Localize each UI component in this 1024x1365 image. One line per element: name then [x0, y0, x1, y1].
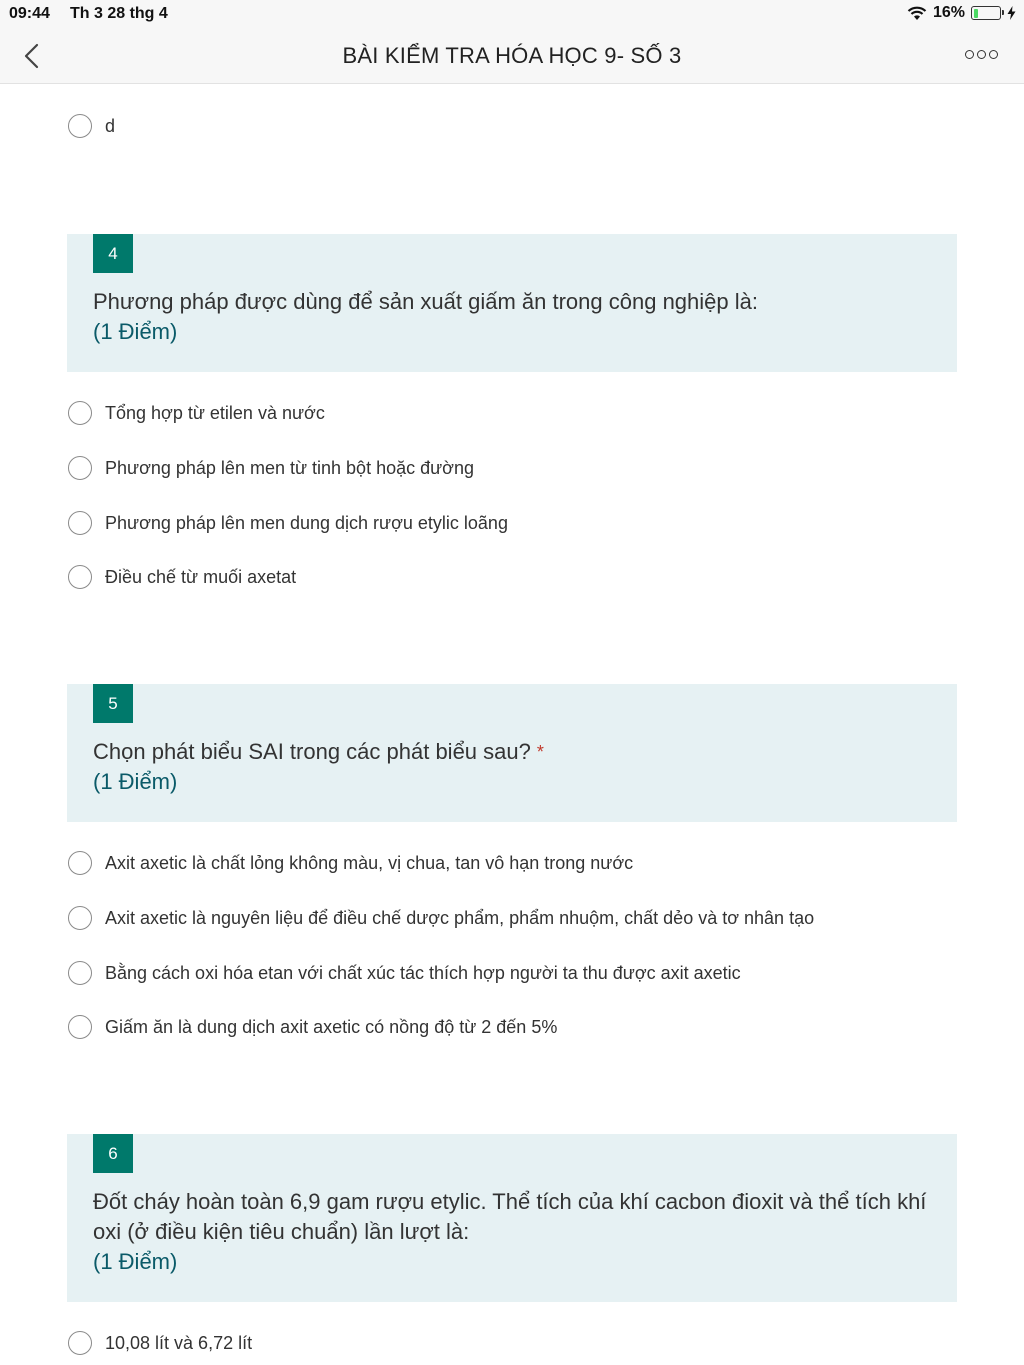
page-title: BÀI KIỂM TRA HÓA HỌC 9- SỐ 3: [342, 43, 682, 68]
radio-button[interactable]: [68, 1015, 92, 1039]
nav-bar: BÀI KIỂM TRA HÓA HỌC 9- SỐ 3: [0, 28, 1024, 84]
bolt-icon: [1007, 6, 1016, 20]
question-card-5: 5 Chọn phát biểu SAI trong các phát biểu…: [67, 684, 957, 822]
status-date: Th 3 28 thg 4: [70, 5, 168, 22]
radio-button[interactable]: [68, 1331, 92, 1355]
question-text: Phương pháp được dùng để sản xuất giấm ă…: [93, 287, 927, 347]
wifi-icon: [907, 6, 927, 20]
more-icon: [965, 50, 974, 59]
question-number: 4: [93, 234, 133, 273]
option-q5-3[interactable]: Bằng cách oxi hóa etan với chất xúc tác …: [68, 958, 741, 988]
option-label: Phương pháp lên men từ tinh bột hoặc đườ…: [105, 457, 474, 478]
option-label: Phương pháp lên men dung dịch rượu etyli…: [105, 512, 508, 533]
battery-icon: [971, 6, 1004, 20]
required-marker: *: [536, 742, 544, 762]
radio-button[interactable]: [68, 456, 92, 480]
battery-percent: 16%: [932, 4, 965, 21]
question-text: Chọn phát biểu SAI trong các phát biểu s…: [93, 737, 927, 797]
question-prompt: Chọn phát biểu SAI trong các phát biểu s…: [93, 739, 531, 764]
option-label: Axit axetic là nguyên liệu để điều chế d…: [105, 907, 815, 928]
question-points: (1 Điểm): [93, 1249, 178, 1274]
question-points: (1 Điểm): [93, 319, 178, 344]
option-q4-4[interactable]: Điều chế từ muối axetat: [68, 562, 296, 592]
radio-button[interactable]: [68, 961, 92, 985]
option-label: Giấm ăn là dung dịch axit axetic có nồng…: [105, 1016, 558, 1037]
option-q4-2[interactable]: Phương pháp lên men từ tinh bột hoặc đườ…: [68, 453, 474, 483]
option-q4-3[interactable]: Phương pháp lên men dung dịch rượu etyli…: [68, 508, 508, 538]
option-q5-1[interactable]: Axit axetic là chất lỏng không màu, vị c…: [68, 848, 633, 878]
question-card-4: 4 Phương pháp được dùng để sản xuất giấm…: [67, 234, 957, 372]
radio-button[interactable]: [68, 906, 92, 930]
status-right: 16%: [907, 4, 1016, 22]
radio-button[interactable]: [68, 114, 92, 138]
question-prompt: Đốt cháy hoàn toàn 6,9 gam rượu etylic. …: [93, 1189, 927, 1244]
option-label: 10,08 lít và 6,72 lít: [105, 1332, 253, 1353]
option-label: Axit axetic là chất lỏng không màu, vị c…: [105, 852, 634, 873]
more-button[interactable]: [965, 50, 998, 59]
more-icon-dot: [977, 50, 986, 59]
option-label: Bằng cách oxi hóa etan với chất xúc tác …: [105, 962, 741, 983]
radio-button[interactable]: [68, 511, 92, 535]
question-number: 5: [93, 684, 133, 723]
question-number: 6: [93, 1134, 133, 1173]
question-points: (1 Điểm): [93, 769, 178, 794]
option-q6-1[interactable]: 10,08 lít và 6,72 lít: [68, 1328, 252, 1358]
radio-button[interactable]: [68, 401, 92, 425]
option-q5-4[interactable]: Giấm ăn là dung dịch axit axetic có nồng…: [68, 1012, 557, 1042]
option-label: Điều chế từ muối axetat: [105, 566, 297, 587]
radio-button[interactable]: [68, 851, 92, 875]
status-time: 09:44: [9, 5, 50, 22]
question-card-6: 6 Đốt cháy hoàn toàn 6,9 gam rượu etylic…: [67, 1134, 957, 1302]
question-prompt: Phương pháp được dùng để sản xuất giấm ă…: [93, 289, 758, 314]
option-prev-d[interactable]: d: [68, 111, 115, 141]
question-text: Đốt cháy hoàn toàn 6,9 gam rượu etylic. …: [93, 1187, 927, 1277]
status-bar: 09:44 Th 3 28 thg 4 16%: [0, 0, 1024, 28]
more-icon-dot: [989, 50, 998, 59]
option-q4-1[interactable]: Tổng hợp từ etilen và nước: [68, 398, 325, 428]
radio-button[interactable]: [68, 565, 92, 589]
option-label: d: [105, 115, 116, 136]
option-q5-2[interactable]: Axit axetic là nguyên liệu để điều chế d…: [68, 903, 814, 933]
option-label: Tổng hợp từ etilen và nước: [105, 402, 325, 423]
